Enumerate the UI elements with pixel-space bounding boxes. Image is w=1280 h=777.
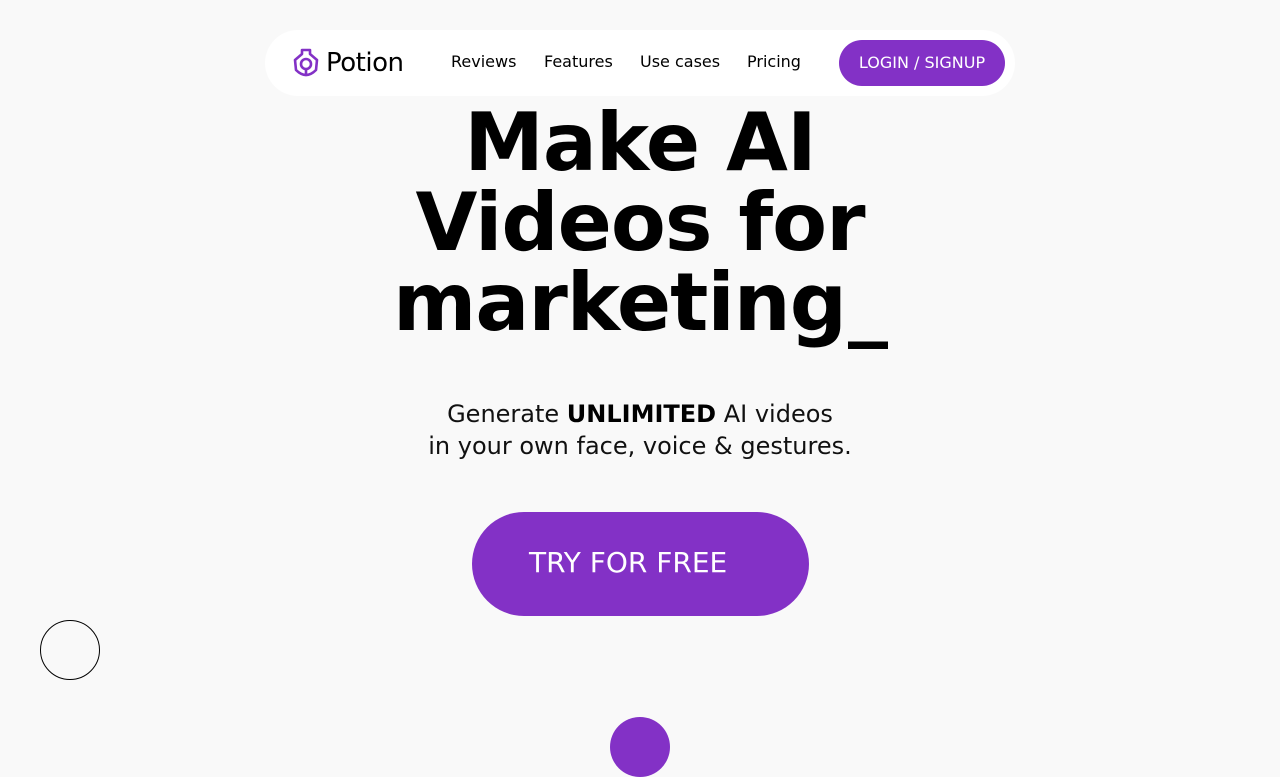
subtitle-prefix: Generate xyxy=(447,400,567,428)
hero-title-line-2: Videos for xyxy=(415,176,865,269)
subtitle-highlight: UNLIMITED xyxy=(566,400,717,428)
top-navbar: Potion Reviews Features Use cases Pricin… xyxy=(265,30,1015,96)
hero-title-line-1: Make AI xyxy=(464,96,816,189)
try-for-free-button[interactable]: TRY FOR FREE xyxy=(472,512,809,616)
try-for-free-label: TRY FOR FREE xyxy=(529,546,728,579)
hero-title: Make AI Videos for marketing_ xyxy=(0,103,1280,343)
hero-subtitle-line-1: Generate UNLIMITED AI videos xyxy=(0,398,1280,430)
subtitle-suffix: AI videos xyxy=(716,400,833,428)
nav-link-use-cases[interactable]: Use cases xyxy=(640,52,720,72)
nav-link-features[interactable]: Features xyxy=(544,52,613,72)
potion-logo-icon xyxy=(291,47,321,79)
purple-circle-decoration xyxy=(610,717,670,777)
logo-link[interactable]: Potion xyxy=(291,47,404,79)
hero-subtitle: Generate UNLIMITED AI videos in your own… xyxy=(0,398,1280,462)
hero-title-line-3-text: marketing xyxy=(393,256,847,349)
hero-subtitle-line-2: in your own face, voice & gestures. xyxy=(428,432,852,460)
typing-cursor: _ xyxy=(848,256,888,349)
hero-title-line-3: marketing_ xyxy=(0,263,1280,343)
login-signup-button[interactable]: LOGIN / SIGNUP xyxy=(839,40,1005,86)
circle-widget-button[interactable] xyxy=(40,620,100,680)
nav-link-reviews[interactable]: Reviews xyxy=(451,52,516,72)
logo-text: Potion xyxy=(326,48,404,78)
nav-link-pricing[interactable]: Pricing xyxy=(747,52,801,72)
